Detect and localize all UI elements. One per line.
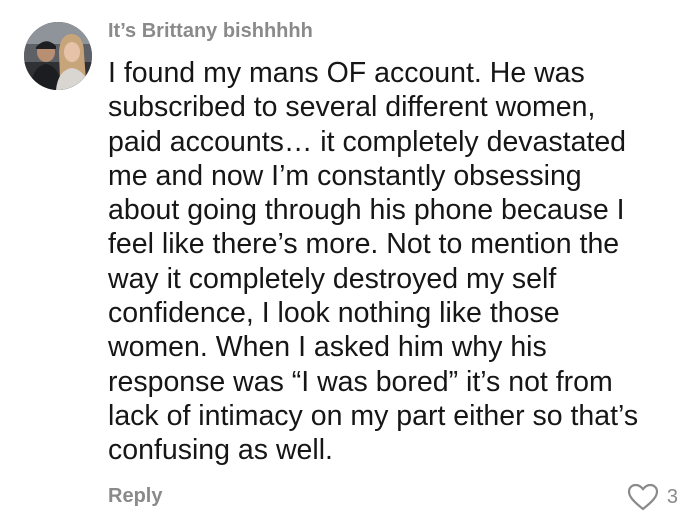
comment-text-line: confidence, I look nothing like those: [108, 297, 560, 330]
comment-text-line: me and now I’m constantly obsessing: [108, 159, 582, 192]
comment-text-line: subscribed to several different women,: [108, 91, 596, 124]
comment-text-line: lack of intimacy on my part either so th…: [108, 399, 639, 432]
comment-text-line: about going through his phone because I: [108, 194, 625, 227]
avatar-photo: [24, 22, 92, 90]
comment-text-line: feel like there’s more. Not to mention t…: [108, 228, 620, 261]
reply-button[interactable]: Reply: [108, 485, 162, 508]
comment-card: It’s Brittany bishhhhh I found my mans O…: [0, 0, 700, 531]
comment-text-line: way it completely destroyed my self: [108, 262, 557, 295]
comment-text-line: response was “I was bored” it’s not from: [108, 365, 613, 398]
comment-username[interactable]: It’s Brittany bishhhhh: [108, 20, 313, 43]
comment-text-line: women. When I asked him why his: [108, 331, 547, 364]
like-button[interactable]: 3: [627, 482, 678, 512]
like-count: 3: [666, 485, 678, 508]
comment-text: I found my mans OF account. He was subsc…: [108, 56, 683, 468]
heart-outline-icon[interactable]: [627, 483, 659, 511]
comment-text-line: paid accounts… it completely devastated: [108, 125, 627, 158]
comment-text-line: I found my mans OF account. He was: [108, 57, 585, 89]
avatar[interactable]: [24, 22, 92, 90]
comment-text-line: confusing as well.: [108, 434, 333, 467]
